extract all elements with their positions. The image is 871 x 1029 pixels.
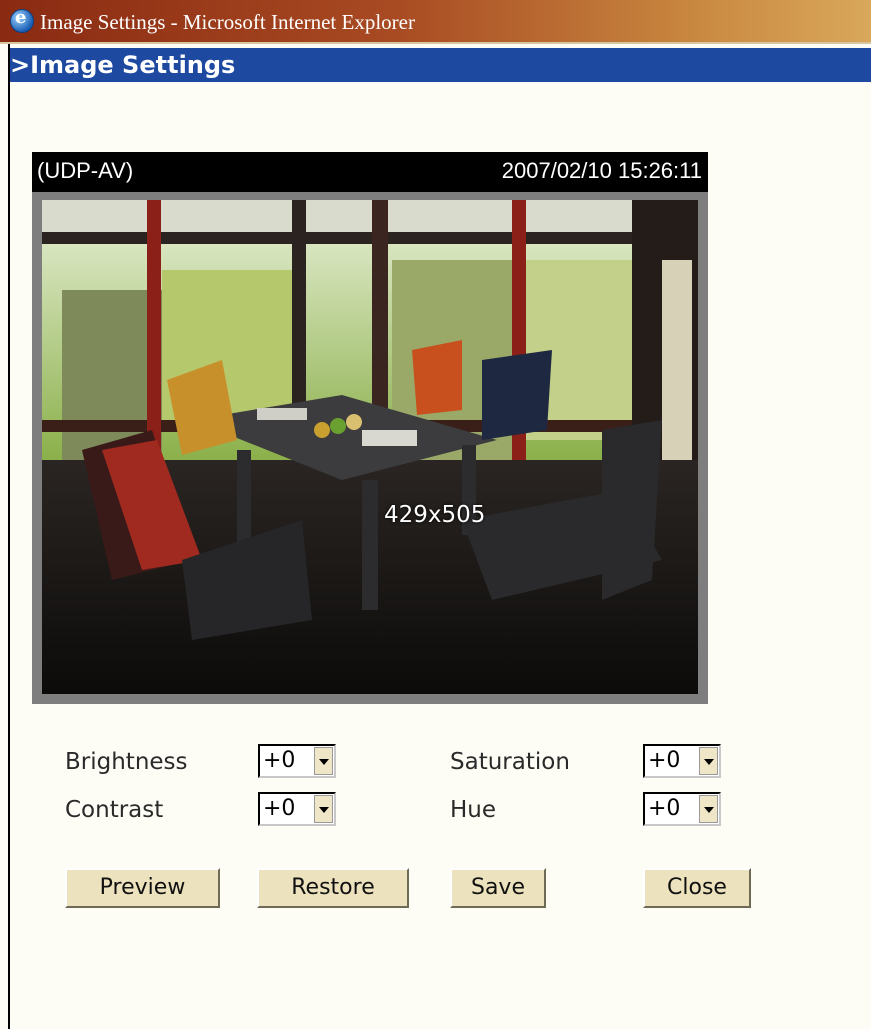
page-header: >Image Settings <box>10 48 871 82</box>
camera-view: 429x505 <box>32 192 708 704</box>
chevron-down-icon[interactable] <box>314 795 333 823</box>
chevron-down-icon[interactable] <box>699 747 718 775</box>
window-titlebar: Image Settings - Microsoft Internet Expl… <box>0 0 871 44</box>
resolution-label: 429x505 <box>384 502 486 528</box>
saturation-label: Saturation <box>450 749 570 775</box>
camera-caption-bar: (UDP-AV) 2007/02/10 15:26:11 <box>32 152 708 192</box>
hue-select[interactable]: +0 <box>643 792 721 826</box>
page-title: >Image Settings <box>10 51 236 79</box>
window-left-border <box>8 44 10 1029</box>
contrast-value: +0 <box>263 796 296 821</box>
hue-label: Hue <box>450 797 497 823</box>
contrast-label: Contrast <box>65 797 164 823</box>
preview-button[interactable]: Preview <box>65 868 220 908</box>
saturation-select[interactable]: +0 <box>643 744 721 778</box>
restore-button[interactable]: Restore <box>257 868 409 908</box>
brightness-select[interactable]: +0 <box>258 744 336 778</box>
stream-mode-label: (UDP-AV) <box>37 158 134 183</box>
chevron-down-icon[interactable] <box>699 795 718 823</box>
internet-explorer-icon <box>10 7 34 33</box>
camera-image <box>42 200 698 694</box>
contrast-select[interactable]: +0 <box>258 792 336 826</box>
brightness-value: +0 <box>263 748 296 773</box>
window-title: Image Settings - Microsoft Internet Expl… <box>40 10 415 34</box>
chevron-down-icon[interactable] <box>314 747 333 775</box>
camera-timestamp: 2007/02/10 15:26:11 <box>501 158 702 183</box>
save-button[interactable]: Save <box>450 868 546 908</box>
brightness-label: Brightness <box>65 749 188 775</box>
saturation-value: +0 <box>648 748 681 773</box>
close-button[interactable]: Close <box>643 868 751 908</box>
hue-value: +0 <box>648 796 681 821</box>
